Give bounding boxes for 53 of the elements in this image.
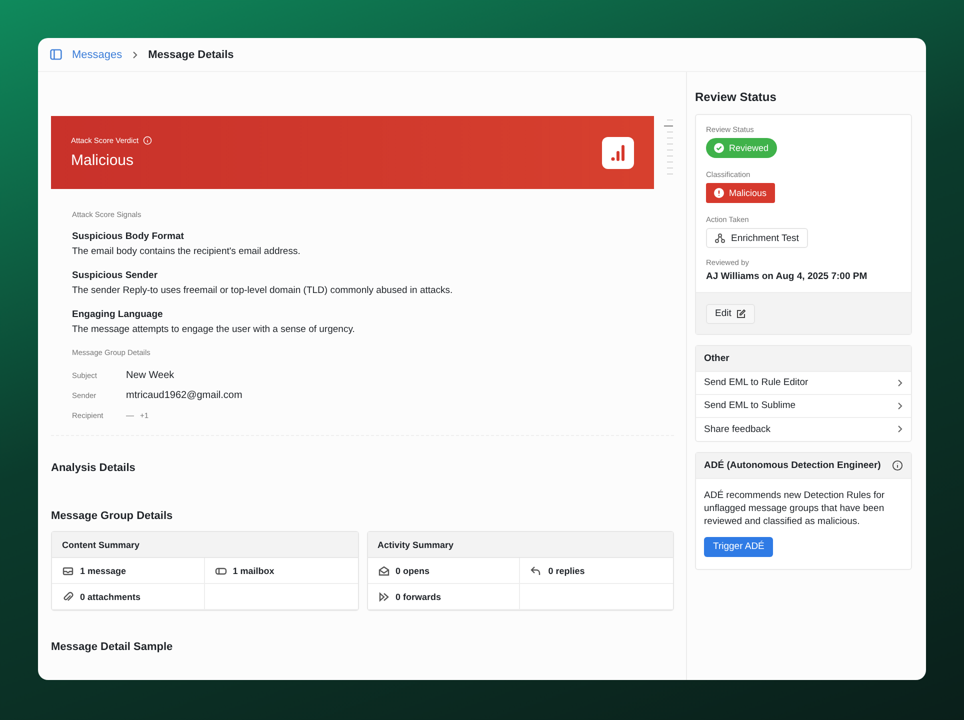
- signal-title: Suspicious Sender: [72, 270, 159, 281]
- breadcrumb-current: Message Details: [148, 48, 234, 60]
- nodes-icon: [715, 233, 725, 243]
- field-value: —: [126, 410, 134, 420]
- summary-stat: 1 message: [80, 566, 126, 576]
- section-heading: Message Group Details: [51, 510, 174, 522]
- summary-stat: 0 attachments: [80, 592, 141, 602]
- chevron-right-icon: [897, 425, 903, 433]
- signal-description: The message attempts to engage the user with a sense of urgency.: [72, 324, 356, 335]
- menu-item[interactable]: Share feedback: [696, 418, 911, 440]
- signal-title: Suspicious Body Format: [72, 231, 185, 242]
- forward-icon: [378, 590, 390, 602]
- summary-stat: 0 opens: [396, 566, 430, 576]
- status-badge: Reviewed: [706, 138, 777, 158]
- panel-title: Other: [696, 346, 911, 372]
- section-heading: Analysis Details: [51, 462, 136, 474]
- reviewer-text: AJ Williams on Aug 4, 2025 7:00 PM: [706, 271, 868, 282]
- alert-circle-icon: [714, 188, 724, 198]
- signal-title: Engaging Language: [72, 309, 164, 320]
- info-icon: [892, 460, 903, 470]
- chevron-right-icon: [897, 378, 903, 386]
- reply-icon: [530, 564, 542, 576]
- chevron-right-icon: [897, 402, 903, 410]
- card-title: Content Summary: [52, 532, 358, 558]
- edit-button[interactable]: Edit: [706, 304, 756, 324]
- summary-stat: 0 forwards: [396, 592, 442, 602]
- info-icon: [142, 136, 152, 145]
- summary-stat: 0 replies: [548, 566, 585, 576]
- breadcrumb-link[interactable]: Messages: [72, 48, 122, 60]
- check-circle-icon: [714, 143, 724, 153]
- section-heading: Message Detail Sample: [51, 641, 174, 653]
- status-badge: Malicious: [706, 183, 775, 203]
- card-title: Activity Summary: [368, 532, 673, 558]
- sidebar-toggle-icon[interactable]: [50, 49, 62, 60]
- paperclip-icon: [62, 590, 74, 602]
- signal-description: The sender Reply-to uses freemail or top-level domain (TLD) commonly abused in attacks.: [72, 285, 454, 296]
- bar-chart-logo: [602, 136, 634, 168]
- verdict-title: Malicious: [71, 152, 135, 169]
- ade-description: ADÉ recommends new Detection Rules for unflagged message groups that have been reviewed and classified as malicious.: [703, 488, 886, 530]
- menu-item[interactable]: Send EML to Rule Editor: [696, 372, 911, 394]
- open-envelope-icon: [378, 564, 390, 576]
- edit-icon: [736, 308, 746, 318]
- trigger-button[interactable]: Trigger ADÉ: [704, 536, 774, 557]
- action-value: Enrichment Test: [731, 232, 799, 244]
- field-value: mtricaud1962@gmail.com: [126, 390, 242, 400]
- inbox-icon: [62, 564, 74, 576]
- summary-stat: 1 mailbox: [232, 566, 274, 576]
- chevron-right-icon: [132, 50, 138, 58]
- panel-title: ADÉ (Autonomous Detection Engineer): [704, 460, 881, 470]
- panel-title: Review Status: [695, 90, 778, 104]
- signal-description: The email body contains the recipient's email address.: [72, 246, 302, 257]
- field-value: New Week: [126, 370, 174, 380]
- menu-item[interactable]: Send EML to Sublime: [696, 394, 911, 418]
